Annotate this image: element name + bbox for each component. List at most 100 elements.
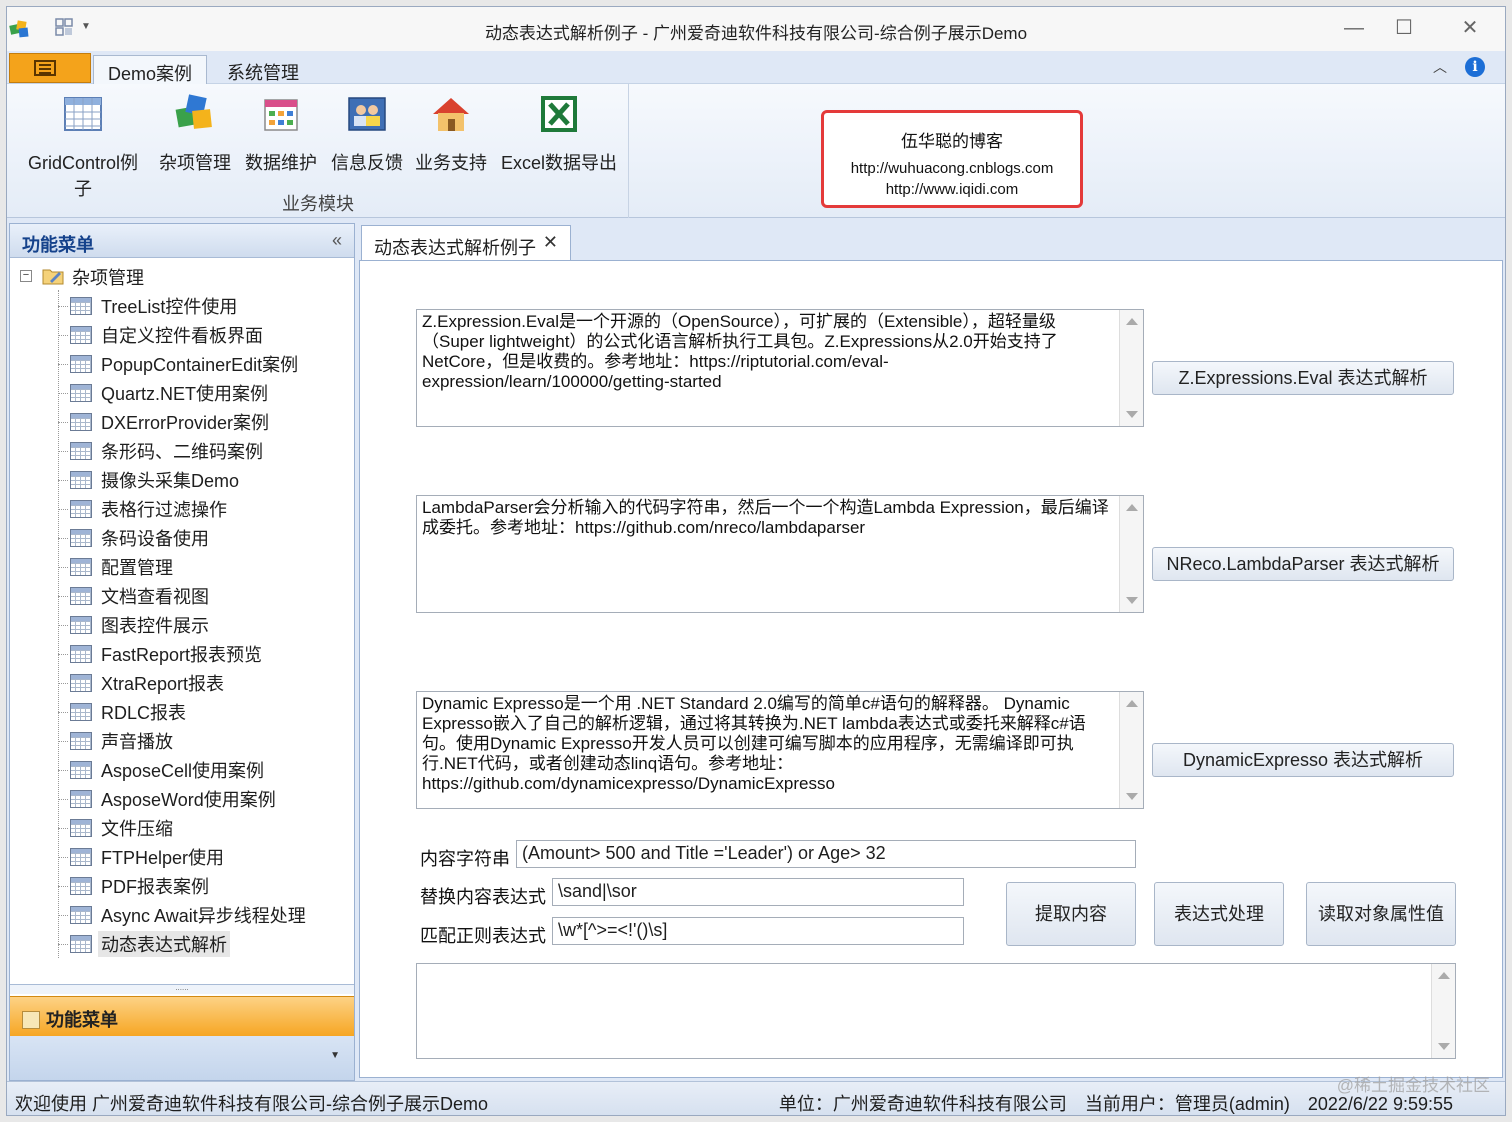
memo-lambdaparser-text: LambdaParser会分析输入的代码字符串，然后一个一个构造Lambda E… bbox=[422, 498, 1109, 537]
scroll-up-icon[interactable] bbox=[1126, 504, 1138, 511]
regex-expression-input[interactable]: \w*[^>=<!'()\s] bbox=[552, 917, 964, 945]
close-button[interactable]: ✕ bbox=[1455, 15, 1485, 41]
tree-item-label: AsposeCell使用案例 bbox=[101, 761, 265, 781]
menu-icon bbox=[34, 60, 56, 76]
nav-splitter[interactable]: ...... bbox=[10, 984, 354, 994]
function-menu-panel: 功能菜单 « − 杂项管理 TreeList控件使用 自定义控件看板界面 Popup… bbox=[9, 223, 355, 1081]
table-icon bbox=[70, 500, 92, 518]
scroll-down-icon[interactable] bbox=[1438, 1043, 1450, 1050]
memo-scrollbar[interactable] bbox=[1119, 692, 1143, 808]
tree-connector bbox=[58, 915, 68, 916]
tree-item-label: 声音播放 bbox=[101, 732, 173, 752]
application-menu-button[interactable] bbox=[9, 53, 91, 83]
tree-connector bbox=[58, 567, 68, 568]
table-icon bbox=[70, 297, 92, 315]
scroll-up-icon[interactable] bbox=[1438, 972, 1450, 979]
excel-icon bbox=[541, 96, 577, 132]
memo-dynamicexpresso-text: Dynamic Expresso是一个用 .NET Standard 2.0编写… bbox=[422, 694, 1086, 793]
zexpressions-eval-button[interactable]: Z.Expressions.Eval 表达式解析 bbox=[1152, 361, 1454, 395]
tab-system[interactable]: 系统管理 bbox=[213, 55, 313, 85]
output-memo[interactable] bbox=[416, 963, 1456, 1059]
tree-connector bbox=[58, 509, 68, 510]
tree-item-label: RDLC报表 bbox=[101, 703, 187, 723]
business-support-button[interactable]: 业务支持 bbox=[411, 92, 491, 175]
tree-item-label: FastReport报表预览 bbox=[101, 645, 263, 665]
table-icon bbox=[70, 761, 92, 779]
tree-item-label: Quartz.NET使用案例 bbox=[101, 384, 269, 404]
tree-connector bbox=[58, 683, 68, 684]
table-icon bbox=[70, 442, 92, 460]
table-icon bbox=[70, 645, 92, 663]
extract-content-button[interactable]: 提取内容 bbox=[1006, 882, 1136, 946]
excel-export-button[interactable]: Excel数据导出 bbox=[497, 92, 621, 175]
dynamicexpresso-button[interactable]: DynamicExpresso 表达式解析 bbox=[1152, 743, 1454, 777]
misc-manage-button[interactable]: 杂项管理 bbox=[155, 92, 235, 175]
table-icon bbox=[70, 413, 92, 431]
tree-item-label: 自定义控件看板界面 bbox=[101, 326, 263, 346]
replace-expression-input[interactable]: \sand|\sor bbox=[552, 878, 964, 906]
collapse-nav-icon[interactable]: « bbox=[332, 230, 342, 251]
grid-icon bbox=[64, 97, 102, 131]
table-icon bbox=[70, 471, 92, 489]
tree-connector bbox=[58, 451, 68, 452]
tree-connector bbox=[58, 712, 68, 713]
table-icon bbox=[70, 529, 92, 547]
close-tab-icon[interactable]: ✕ bbox=[543, 232, 558, 253]
memo-scrollbar[interactable] bbox=[1431, 964, 1455, 1058]
tree-root-label: 杂项管理 bbox=[72, 268, 144, 288]
app-window: ▼ 动态表达式解析例子 - 广州爱奇迪软件科技有限公司-综合例子展示Demo —… bbox=[6, 6, 1506, 1116]
tree-connector bbox=[58, 770, 68, 771]
read-property-button[interactable]: 读取对象属性值 bbox=[1306, 882, 1456, 946]
nav-overflow-bar: ▼ bbox=[10, 1036, 354, 1080]
tree-item-label: AsposeWord使用案例 bbox=[101, 790, 276, 810]
gridcontrol-button[interactable]: GridControl例子 bbox=[21, 92, 145, 201]
nav-group-function-menu[interactable]: 功能菜单 bbox=[10, 996, 354, 1036]
memo-dynamicexpresso[interactable]: Dynamic Expresso是一个用 .NET Standard 2.0编写… bbox=[416, 691, 1144, 809]
house-icon bbox=[433, 98, 469, 131]
info-icon[interactable]: i bbox=[1465, 57, 1485, 77]
overflow-dropdown-icon[interactable]: ▼ bbox=[330, 1050, 340, 1061]
table-icon bbox=[70, 616, 92, 634]
tab-dynamic-expression[interactable]: 动态表达式解析例子 ✕ bbox=[361, 225, 571, 262]
scroll-down-icon[interactable] bbox=[1126, 411, 1138, 418]
document-tab-bar: 动态表达式解析例子 ✕ bbox=[359, 223, 1503, 262]
maximize-button[interactable]: ☐ bbox=[1389, 15, 1419, 41]
memo-zexpressions-text: Z.Expression.Eval是一个开源的（OpenSource），可扩展的… bbox=[422, 312, 1058, 391]
tree-connector bbox=[58, 596, 68, 597]
table-icon bbox=[70, 355, 92, 373]
memo-scrollbar[interactable] bbox=[1119, 496, 1143, 612]
memo-lambdaparser[interactable]: LambdaParser会分析输入的代码字符串，然后一个一个构造Lambda E… bbox=[416, 495, 1144, 613]
table-icon bbox=[70, 877, 92, 895]
scroll-down-icon[interactable] bbox=[1126, 597, 1138, 604]
collapse-ribbon-icon[interactable]: ︿ bbox=[1433, 57, 1447, 77]
feedback-button[interactable]: 信息反馈 bbox=[327, 92, 407, 175]
expression-process-button[interactable]: 表达式处理 bbox=[1154, 882, 1284, 946]
scroll-up-icon[interactable] bbox=[1126, 318, 1138, 325]
tree-connector bbox=[58, 393, 68, 394]
content-string-label: 内容字符串 bbox=[420, 849, 510, 869]
tree-connector bbox=[58, 886, 68, 887]
tree-connector bbox=[58, 306, 68, 307]
ribbon-group-business: GridControl例子 杂项管理 数据维护 信息反馈 业务支持 Excel数… bbox=[7, 84, 629, 218]
table-icon bbox=[70, 326, 92, 344]
content-string-input[interactable]: (Amount> 500 and Title ='Leader') or Age… bbox=[516, 840, 1136, 868]
memo-zexpressions[interactable]: Z.Expression.Eval是一个开源的（OpenSource），可扩展的… bbox=[416, 309, 1144, 427]
status-datetime: 2022/6/22 9:59:55 bbox=[1307, 1094, 1453, 1114]
tree-connector bbox=[58, 538, 68, 539]
lambdaparser-button[interactable]: NReco.LambdaParser 表达式解析 bbox=[1152, 547, 1454, 581]
scroll-down-icon[interactable] bbox=[1126, 793, 1138, 800]
tree-connector bbox=[58, 422, 68, 423]
nav-tree: − 杂项管理 TreeList控件使用 自定义控件看板界面 PopupContain… bbox=[10, 258, 354, 984]
scroll-up-icon[interactable] bbox=[1126, 700, 1138, 707]
tab-demo[interactable]: Demo案例 bbox=[93, 55, 208, 85]
memo-scrollbar[interactable] bbox=[1119, 310, 1143, 426]
collapse-node-icon[interactable]: − bbox=[20, 270, 32, 282]
ribbon-group-label: 业务模块 bbox=[282, 194, 354, 214]
tree-connector bbox=[58, 828, 68, 829]
table-icon bbox=[70, 819, 92, 837]
nav-header: 功能菜单 « bbox=[10, 224, 354, 258]
minimize-button[interactable]: — bbox=[1339, 15, 1369, 41]
data-maintain-button[interactable]: 数据维护 bbox=[241, 92, 321, 175]
users-icon bbox=[348, 97, 386, 131]
table-icon bbox=[70, 732, 92, 750]
